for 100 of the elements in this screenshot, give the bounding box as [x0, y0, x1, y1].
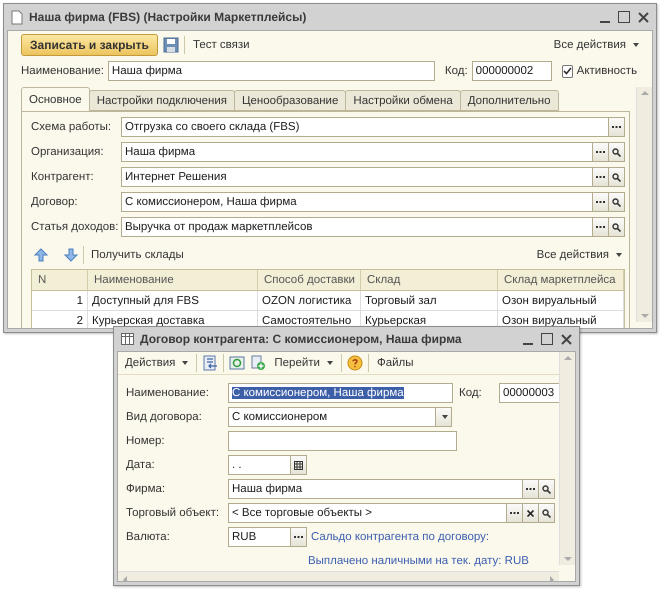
field-label: Контрагент:	[31, 171, 95, 183]
document-icon	[11, 10, 23, 24]
table-cell: Торговый зал	[361, 291, 498, 311]
field-label: Организация:	[31, 146, 105, 158]
input-field[interactable]: < Все торговые объекты >	[228, 503, 507, 523]
field-label: Валюта:	[126, 531, 171, 543]
tab[interactable]: Настройки обмена	[345, 90, 461, 111]
select-button[interactable]	[593, 192, 609, 212]
input-field[interactable]: Наша фирма	[228, 479, 523, 499]
clear-icon	[527, 510, 534, 516]
search-button[interactable]	[539, 503, 555, 523]
select-button[interactable]	[593, 167, 609, 187]
search-button[interactable]	[609, 217, 625, 237]
table-cell: 1	[32, 291, 88, 311]
tab[interactable]: Настройки подключения	[88, 90, 235, 111]
tab[interactable]: Основное	[21, 87, 90, 111]
field-label: Номер:	[126, 435, 166, 447]
search-button[interactable]	[539, 479, 555, 499]
maximize-icon[interactable]	[618, 11, 630, 23]
select-button[interactable]	[609, 117, 625, 137]
test-connection-button[interactable]: Тест связи	[190, 35, 253, 55]
field-label: Статья доходов:	[31, 221, 120, 233]
field-label: Дата:	[126, 459, 156, 471]
table-cell: 2	[32, 311, 88, 328]
goto-menu[interactable]: Перейти	[271, 353, 336, 373]
search-icon[interactable]	[612, 222, 621, 232]
tab[interactable]: Дополнительно	[460, 90, 559, 111]
actions-menu[interactable]: Действия	[122, 353, 192, 373]
all-actions-menu[interactable]: Все действия	[550, 35, 642, 55]
checkbox[interactable]	[562, 64, 573, 78]
help-icon[interactable]	[346, 355, 363, 371]
field-label: Торговый объект:	[126, 507, 220, 519]
scrollbar[interactable]	[559, 352, 575, 565]
arrow-down-icon[interactable]	[63, 247, 79, 263]
maximize-icon[interactable]	[541, 333, 553, 345]
search-button[interactable]	[609, 192, 625, 212]
input-field[interactable]	[228, 431, 457, 451]
close-icon[interactable]	[561, 334, 572, 344]
window-title: Договор контрагента: С комиссионером, Наша фирма	[140, 332, 463, 346]
search-button[interactable]	[609, 142, 625, 162]
balance-link[interactable]: Сальдо контрагента по договору:	[311, 531, 490, 543]
field-label: Схема работы:	[31, 121, 112, 133]
input-field[interactable]: 00000003	[499, 383, 561, 403]
get-warehouses-button[interactable]: Получить склады	[88, 245, 187, 265]
search-icon[interactable]	[612, 172, 621, 182]
table-cell: OZON логистика	[258, 291, 361, 311]
column-header[interactable]: Склад	[361, 270, 498, 291]
table-cell: Озон вируальный	[498, 291, 624, 311]
search-button[interactable]	[609, 167, 625, 187]
calendar-icon	[294, 460, 303, 470]
arrow-up-icon[interactable]	[33, 247, 49, 263]
close-icon[interactable]	[638, 12, 649, 22]
tab[interactable]: Ценообразование	[234, 90, 346, 111]
field-label: Вид договора:	[126, 411, 203, 423]
input-field[interactable]: Выручка от продаж маркетплейсов	[121, 217, 593, 237]
scrollbar[interactable]	[636, 87, 652, 322]
input-field[interactable]: Наша фирма	[108, 61, 435, 81]
checkbox-label: Активность	[576, 65, 638, 77]
save-close-button[interactable]: Записать и закрыть	[21, 34, 158, 56]
field-label: Код:	[459, 387, 483, 399]
column-header[interactable]: Наименование	[88, 270, 258, 291]
clear-button[interactable]	[523, 503, 539, 523]
refresh-icon[interactable]	[229, 355, 246, 371]
selected-text: С комиссионером, Наша фирма	[232, 387, 404, 399]
column-header[interactable]: Способ доставки	[258, 270, 361, 291]
field-label: Договор:	[31, 196, 79, 208]
input-field[interactable]: Интернет Решения	[121, 167, 593, 187]
column-header[interactable]: N	[32, 270, 88, 291]
all-actions-menu[interactable]: Все действия	[534, 245, 625, 265]
search-icon[interactable]	[612, 148, 621, 156]
input-field[interactable]: С комиссионером, Наша фирма	[121, 192, 593, 212]
date-field[interactable]: . .	[228, 455, 291, 475]
search-icon[interactable]	[542, 508, 551, 518]
search-icon[interactable]	[612, 198, 621, 206]
search-icon[interactable]	[542, 484, 551, 494]
input-field[interactable]: Наша фирма	[121, 142, 593, 162]
input-field[interactable]: 000000002	[472, 61, 552, 81]
check-icon	[562, 67, 572, 75]
select-button[interactable]	[593, 217, 609, 237]
dropdown-field[interactable]: С комиссионером	[228, 407, 436, 427]
select-button[interactable]	[291, 527, 307, 547]
field-label: Код:	[444, 65, 468, 77]
copy-add-icon[interactable]	[250, 355, 266, 371]
window-title: Наша фирма (FBS) (Настройки Маркетплейсы)	[29, 10, 308, 24]
save-icon[interactable]	[162, 37, 179, 53]
dropdown-button[interactable]	[436, 407, 452, 427]
input-field[interactable]: RUB	[228, 527, 291, 547]
field-label: Фирма:	[126, 483, 166, 495]
select-button[interactable]	[593, 142, 609, 162]
files-button[interactable]: Файлы	[374, 353, 417, 373]
select-button[interactable]	[523, 479, 539, 499]
column-header[interactable]: Склад маркетплейса	[498, 270, 624, 291]
table-cell: Доступный для FBS	[88, 291, 258, 311]
table-icon	[121, 333, 134, 345]
input-field[interactable]: Отгрузка со своего склада (FBS)	[121, 117, 609, 137]
select-button[interactable]	[507, 503, 523, 523]
cash-paid-link[interactable]: Выплачено наличными на тек. дату: RUB	[308, 555, 529, 567]
field-label: Наименование:	[21, 65, 104, 77]
calendar-button[interactable]	[291, 455, 307, 475]
input-field[interactable]: С комиссионером, Наша фирма	[228, 383, 453, 403]
